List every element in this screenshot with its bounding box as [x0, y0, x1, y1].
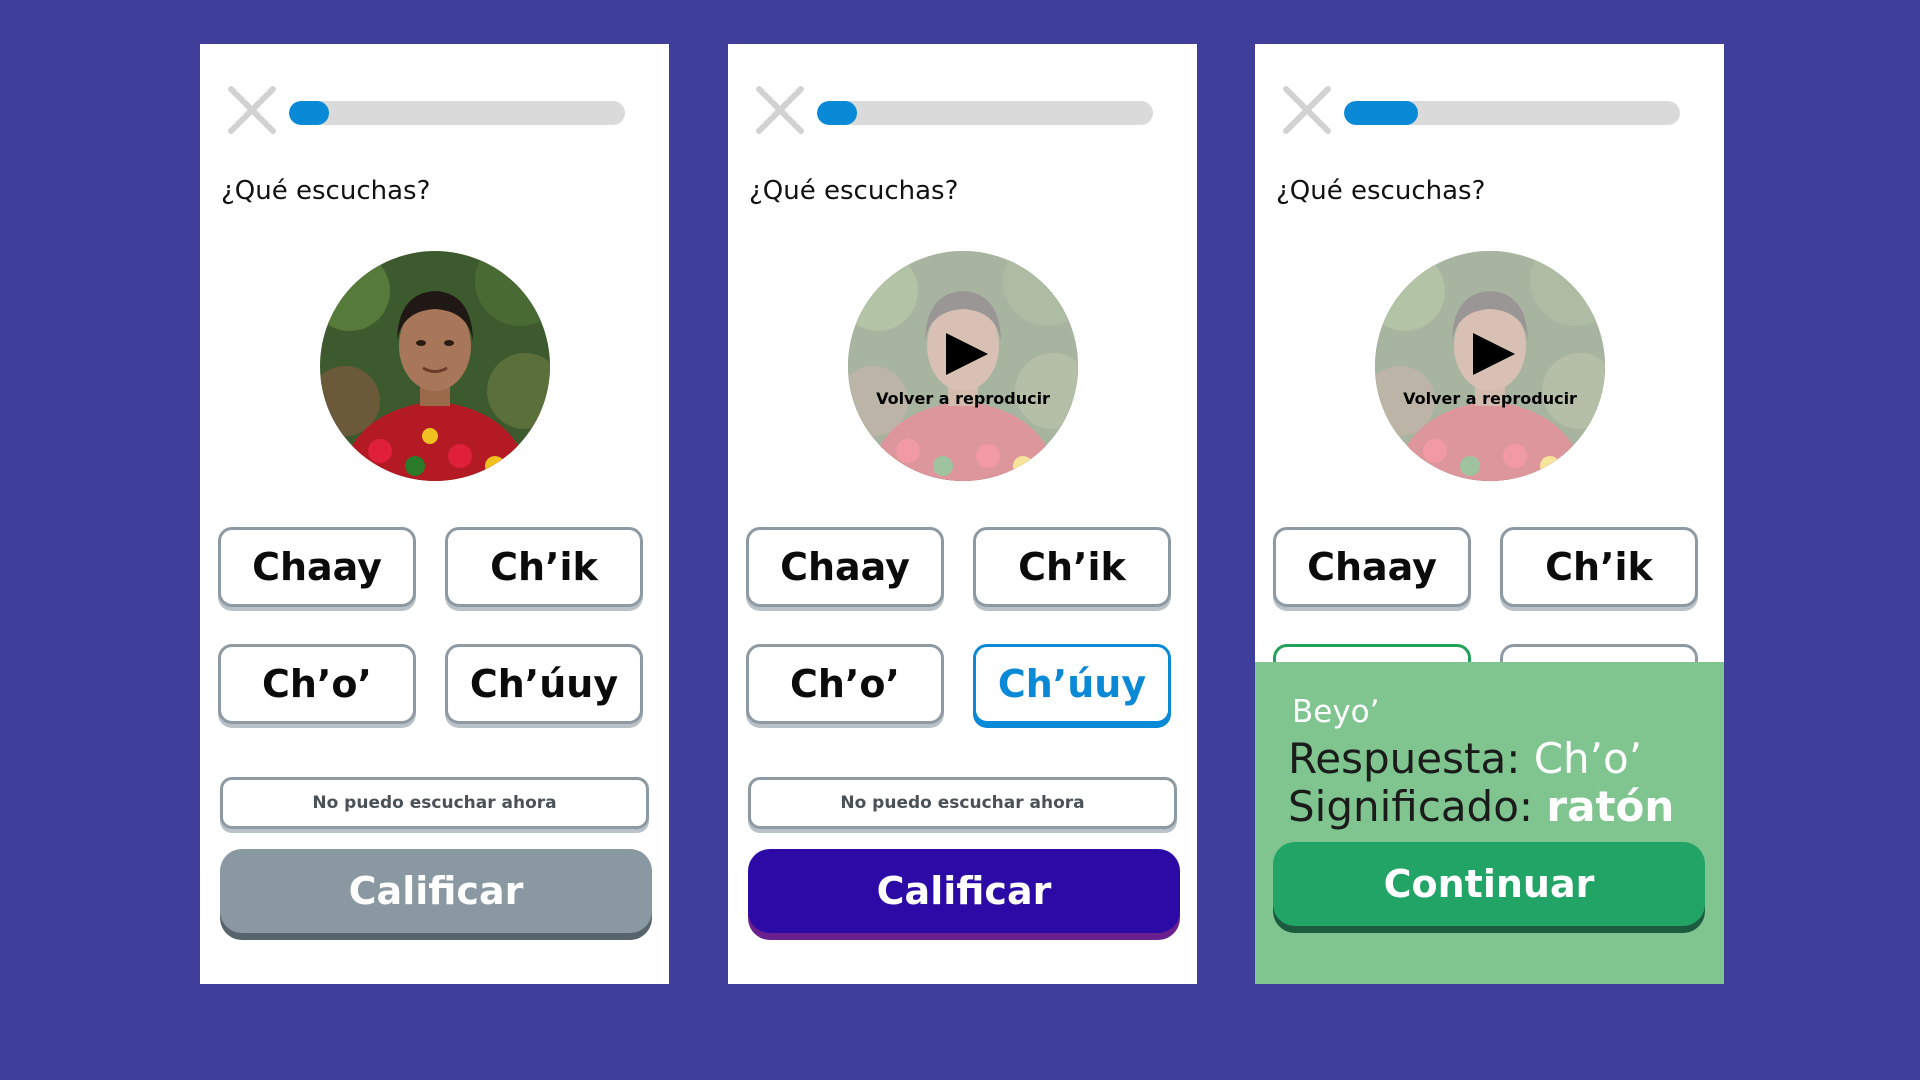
progress-bar: [1344, 101, 1680, 125]
question-prompt: ¿Qué escuchas?: [221, 176, 431, 206]
check-button[interactable]: Calificar: [748, 849, 1180, 933]
progress-fill: [1344, 101, 1418, 125]
lesson-panel-initial: ¿Qué escuchas? Chaay Ch’ik Ch’o’ Ch’úuy …: [200, 44, 669, 984]
progress-fill: [289, 101, 330, 125]
question-prompt: ¿Qué escuchas?: [749, 176, 959, 206]
option-cho[interactable]: Ch’o’: [218, 644, 416, 724]
meaning-line: Significado: ratón: [1288, 782, 1674, 831]
replay-label: Volver a reproducir: [876, 389, 1050, 408]
answer-label: Respuesta:: [1288, 734, 1534, 783]
meaning-value: ratón: [1546, 782, 1675, 831]
option-chuuy[interactable]: Ch’úuy: [445, 644, 643, 724]
option-chik[interactable]: Ch’ik: [973, 527, 1171, 607]
option-cho[interactable]: Ch’o’: [746, 644, 944, 724]
option-chuuy-selected[interactable]: Ch’úuy: [973, 644, 1171, 724]
play-icon: [946, 333, 988, 375]
speaker-photo[interactable]: [320, 251, 550, 481]
replay-label: Volver a reproducir: [1403, 389, 1577, 408]
lesson-panel-result: ¿Qué escuchas? Volver a reproducir Chaay…: [1255, 44, 1724, 984]
question-prompt: ¿Qué escuchas?: [1276, 176, 1486, 206]
cant-listen-button[interactable]: No puedo escuchar ahora: [748, 777, 1177, 829]
cant-listen-button[interactable]: No puedo escuchar ahora: [220, 777, 649, 829]
answer-line: Respuesta: Ch’o’: [1288, 734, 1642, 783]
progress-bar: [289, 101, 625, 125]
close-icon[interactable]: [755, 85, 805, 135]
replay-audio-button[interactable]: Volver a reproducir: [1375, 251, 1605, 481]
check-button[interactable]: Calificar: [220, 849, 652, 933]
play-icon: [1473, 333, 1515, 375]
meaning-label: Significado:: [1288, 782, 1547, 831]
option-chik[interactable]: Ch’ik: [1500, 527, 1698, 607]
lesson-panel-selected: ¿Qué escuchas? Volver a reproducir Chaay…: [728, 44, 1197, 984]
progress-fill: [817, 101, 858, 125]
result-heading: Beyo’: [1292, 694, 1380, 730]
answer-value: Ch’o’: [1533, 734, 1643, 783]
result-sheet: Beyo’ Respuesta: Ch’o’ Significado: rató…: [1255, 662, 1724, 984]
option-chik[interactable]: Ch’ik: [445, 527, 643, 607]
option-chaay[interactable]: Chaay: [746, 527, 944, 607]
option-chaay[interactable]: Chaay: [218, 527, 416, 607]
continue-button[interactable]: Continuar: [1273, 842, 1705, 926]
replay-audio-button[interactable]: Volver a reproducir: [848, 251, 1078, 481]
progress-bar: [817, 101, 1153, 125]
option-chaay[interactable]: Chaay: [1273, 527, 1471, 607]
close-icon[interactable]: [1282, 85, 1332, 135]
close-icon[interactable]: [227, 85, 277, 135]
